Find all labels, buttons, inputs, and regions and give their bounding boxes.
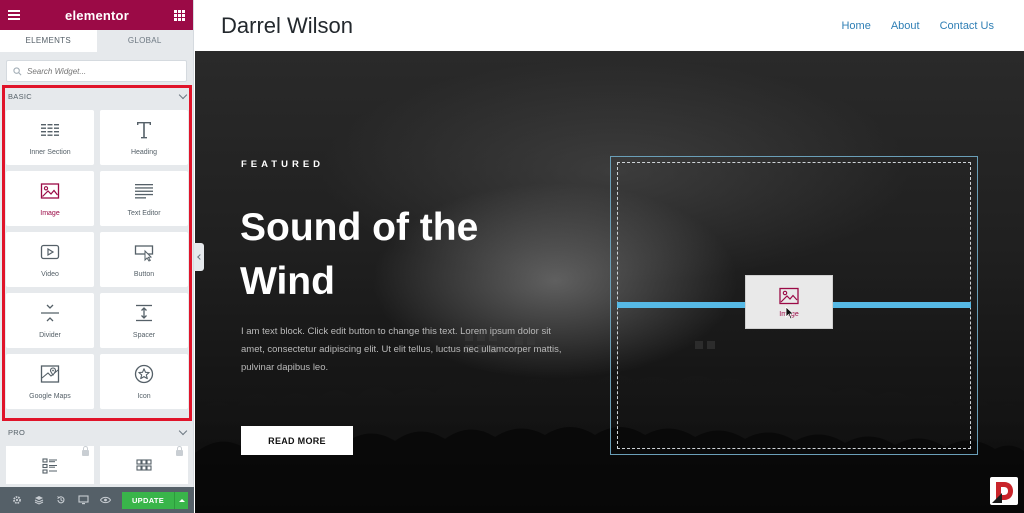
widget-label: Text Editor	[127, 209, 161, 217]
main-nav: Home About Contact Us	[841, 20, 994, 32]
basic-category: BASIC Inner Section Heading Image Text E…	[0, 85, 194, 409]
pro-category-title: PRO	[8, 427, 26, 437]
history-icon[interactable]	[50, 487, 72, 513]
chevron-up-icon	[178, 498, 185, 502]
chevron-left-icon	[197, 254, 203, 260]
widget-pro-portfolio[interactable]	[100, 446, 188, 484]
widget-google-maps[interactable]: Google Maps	[6, 354, 94, 409]
elementor-panel: elementor ELEMENTS GLOBAL BASIC Inner Se…	[0, 0, 194, 513]
widget-icon[interactable]: Icon	[100, 354, 188, 409]
widget-label: Google Maps	[29, 392, 71, 400]
tab-elements[interactable]: ELEMENTS	[0, 30, 97, 52]
divider-icon	[41, 304, 59, 321]
basic-widget-grid: Inner Section Heading Image Text Editor …	[0, 107, 194, 409]
tab-global[interactable]: GLOBAL	[96, 30, 193, 52]
widget-text-editor[interactable]: Text Editor	[100, 171, 188, 226]
widget-heading[interactable]: Heading	[100, 110, 188, 165]
panel-footer: UPDATE	[0, 487, 194, 513]
widget-label: Heading	[130, 148, 158, 156]
update-button[interactable]: UPDATE	[122, 491, 174, 509]
video-icon	[40, 244, 60, 259]
widget-inner-section[interactable]: Inner Section	[6, 110, 94, 165]
dragged-image-widget[interactable]: Image	[745, 275, 833, 329]
lock-icon	[176, 446, 183, 456]
heading-icon	[137, 121, 151, 138]
chevron-down-icon	[178, 426, 188, 435]
widget-label: Image	[40, 209, 60, 217]
drop-target-column[interactable]: Image	[610, 156, 978, 455]
d-logo-icon	[990, 477, 1018, 505]
text-editor-icon	[135, 183, 153, 198]
image-icon	[779, 287, 799, 304]
widget-label: Inner Section	[29, 148, 71, 156]
pro-widget-grid	[0, 443, 194, 484]
elementor-logo: elementor	[65, 7, 129, 23]
widget-divider[interactable]: Divider	[6, 293, 94, 348]
basic-category-title: BASIC	[8, 91, 33, 101]
posts-icon	[42, 458, 57, 474]
read-more-button[interactable]: READ MORE	[241, 426, 353, 455]
panel-header: elementor	[0, 0, 193, 30]
navigator-icon[interactable]	[28, 487, 50, 513]
widget-label: Video	[41, 270, 59, 278]
spacer-icon	[136, 304, 152, 321]
site-preview: Darrel Wilson Home About Contact Us FEAT…	[195, 0, 1024, 513]
search-input[interactable]	[27, 66, 167, 76]
chevron-down-icon	[178, 90, 188, 99]
widget-label: Button	[133, 270, 155, 278]
basic-category-header[interactable]: BASIC	[0, 85, 194, 107]
inner-section-icon	[41, 123, 59, 136]
responsive-mode-icon[interactable]	[72, 487, 94, 513]
settings-icon[interactable]	[6, 487, 28, 513]
search-box	[6, 60, 187, 82]
nav-link-home[interactable]: Home	[841, 20, 870, 32]
panel-tabs: ELEMENTS GLOBAL	[0, 30, 193, 52]
pro-category-header[interactable]: PRO	[0, 421, 194, 443]
image-icon	[40, 182, 60, 199]
update-options-button[interactable]	[174, 491, 188, 509]
featured-label: FEATURED	[241, 159, 325, 170]
widget-label: Divider	[39, 331, 61, 339]
google-maps-icon	[40, 364, 60, 383]
search-icon	[13, 66, 22, 75]
hero-section: FEATURED Sound of the Wind I am text blo…	[195, 51, 1024, 513]
lock-icon	[82, 446, 89, 456]
hero-title: Sound of the Wind	[240, 206, 479, 303]
widget-button[interactable]: Button	[100, 232, 188, 287]
portfolio-grid-icon	[136, 459, 152, 471]
widget-label: Icon	[137, 392, 151, 400]
site-header: Darrel Wilson Home About Contact Us	[195, 0, 1024, 51]
widget-label: Spacer	[132, 331, 156, 339]
widget-spacer[interactable]: Spacer	[100, 293, 188, 348]
widget-pro-posts[interactable]	[6, 446, 94, 484]
star-icon	[134, 364, 154, 383]
nav-link-about[interactable]: About	[891, 20, 920, 32]
site-title[interactable]: Darrel Wilson	[221, 13, 353, 39]
widget-image[interactable]: Image	[6, 171, 94, 226]
nav-link-contact[interactable]: Contact Us	[940, 20, 994, 32]
widget-video[interactable]: Video	[6, 232, 94, 287]
button-icon	[134, 244, 154, 262]
preview-eye-icon[interactable]	[94, 487, 116, 513]
pro-category: PRO	[0, 421, 194, 484]
widgets-grid-icon[interactable]	[174, 9, 185, 21]
hero-text: I am text block. Click edit button to ch…	[241, 326, 562, 373]
panel-collapse-button[interactable]	[194, 243, 204, 271]
menu-icon[interactable]	[8, 10, 20, 20]
mouse-cursor-icon	[785, 306, 795, 320]
